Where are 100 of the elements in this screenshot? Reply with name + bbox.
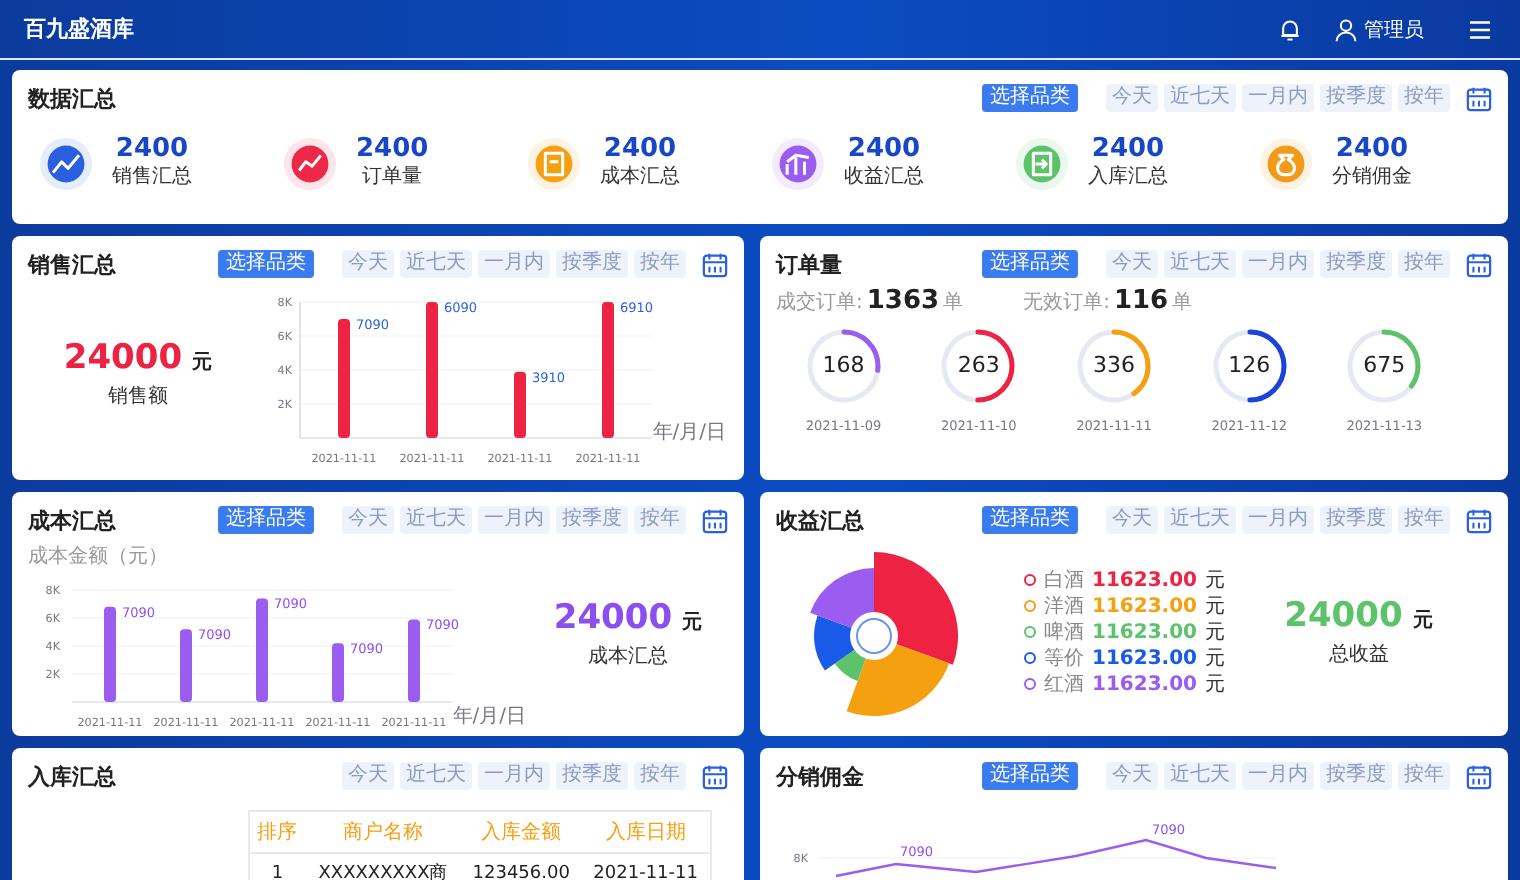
axis-title: 年/月/日 bbox=[652, 422, 726, 444]
stat-value: 2400 bbox=[356, 136, 429, 164]
filter-button[interactable]: 按年 bbox=[1398, 250, 1450, 278]
unit-label: 元 bbox=[1205, 568, 1226, 594]
filter-button[interactable]: 今天 bbox=[342, 762, 394, 790]
filter-button[interactable]: 今天 bbox=[342, 250, 394, 278]
app-title: 百九盛酒库 bbox=[24, 14, 134, 44]
category-button[interactable]: 选择品类 bbox=[982, 84, 1078, 112]
filter-button[interactable]: 近七天 bbox=[1164, 250, 1236, 278]
stat-label: 订单量 bbox=[362, 164, 423, 190]
column-header: 入库日期 bbox=[581, 811, 711, 853]
total-value: 24000 bbox=[63, 338, 183, 378]
card-title: 入库汇总 bbox=[28, 761, 116, 791]
filter-button[interactable]: 按季度 bbox=[1320, 84, 1392, 112]
category-button[interactable]: 选择品类 bbox=[982, 762, 1078, 790]
filter-button[interactable]: 今天 bbox=[1106, 84, 1158, 112]
filter-button[interactable]: 今天 bbox=[1106, 506, 1158, 534]
stat-label: 销售汇总 bbox=[112, 164, 192, 190]
stat-value: 2400 bbox=[1091, 136, 1165, 164]
calendar-icon[interactable] bbox=[1466, 507, 1492, 533]
stat-label: 收益汇总 bbox=[844, 164, 924, 190]
legend-label: 啤酒 bbox=[1044, 619, 1084, 646]
category-button[interactable]: 选择品类 bbox=[218, 506, 314, 534]
filter-button[interactable]: 近七天 bbox=[1164, 84, 1236, 112]
filter-button[interactable]: 近七天 bbox=[1164, 762, 1236, 790]
legend-label: 红酒 bbox=[1044, 671, 1084, 698]
unit-label: 元 bbox=[1205, 620, 1226, 646]
stat-label: 无效订单: bbox=[1023, 289, 1110, 316]
user-name[interactable]: 管理员 bbox=[1364, 15, 1424, 43]
column-header: 入库金额 bbox=[461, 811, 582, 853]
table-cell: 123456.00 bbox=[461, 853, 582, 880]
calendar-icon[interactable] bbox=[702, 507, 728, 533]
filter-button[interactable]: 今天 bbox=[1106, 250, 1158, 278]
filter-button[interactable]: 一月内 bbox=[1242, 250, 1314, 278]
calendar-icon[interactable] bbox=[702, 763, 728, 789]
calendar-icon[interactable] bbox=[1466, 85, 1492, 111]
unit-label: 元 bbox=[192, 352, 213, 374]
stat-value: 2400 bbox=[1335, 136, 1409, 164]
filter-button[interactable]: 按季度 bbox=[1320, 762, 1392, 790]
filter-button[interactable]: 近七天 bbox=[400, 506, 472, 534]
legend-value: 11623.00 bbox=[1092, 595, 1198, 617]
calendar-icon[interactable] bbox=[1466, 251, 1492, 277]
legend-label: 白酒 bbox=[1044, 567, 1084, 594]
filter-button[interactable]: 一月内 bbox=[1242, 84, 1314, 112]
calendar-icon[interactable] bbox=[1466, 763, 1492, 789]
filter-button[interactable]: 近七天 bbox=[1164, 506, 1236, 534]
filter-button[interactable]: 一月内 bbox=[1242, 506, 1314, 534]
filter-button[interactable]: 按季度 bbox=[1320, 506, 1392, 534]
order-count: 336 bbox=[1090, 352, 1137, 380]
menu-icon[interactable] bbox=[1468, 19, 1492, 39]
table-cell: 1 bbox=[249, 853, 305, 880]
filter-button[interactable]: 近七天 bbox=[400, 762, 472, 790]
card-title: 分销佣金 bbox=[776, 761, 864, 791]
legend-value: 11623.00 bbox=[1092, 621, 1198, 643]
stat-label: 成交订单: bbox=[776, 289, 863, 316]
unit-label: 元 bbox=[682, 612, 703, 634]
user-icon[interactable] bbox=[1334, 17, 1358, 41]
filter-button[interactable]: 按年 bbox=[634, 762, 686, 790]
filter-button[interactable]: 按年 bbox=[1398, 762, 1450, 790]
filter-button[interactable]: 一月内 bbox=[1242, 762, 1314, 790]
filter-button[interactable]: 一月内 bbox=[478, 250, 550, 278]
legend-value: 11623.00 bbox=[1092, 647, 1198, 669]
filter-button[interactable]: 近七天 bbox=[400, 250, 472, 278]
filter-button[interactable]: 一月内 bbox=[478, 506, 550, 534]
category-button[interactable]: 选择品类 bbox=[218, 250, 314, 278]
category-button[interactable]: 选择品类 bbox=[982, 250, 1078, 278]
filter-button[interactable]: 按季度 bbox=[556, 762, 628, 790]
filter-button[interactable]: 按年 bbox=[634, 506, 686, 534]
legend-label: 洋酒 bbox=[1044, 593, 1084, 620]
order-count: 126 bbox=[1226, 352, 1273, 380]
stat-value: 2400 bbox=[847, 136, 921, 164]
total-label: 销售额 bbox=[108, 383, 168, 410]
filter-button[interactable]: 按年 bbox=[634, 250, 686, 278]
filter-button[interactable]: 按年 bbox=[1398, 506, 1450, 534]
total-label: 成本汇总 bbox=[588, 643, 668, 670]
filter-button[interactable]: 按季度 bbox=[556, 250, 628, 278]
filter-button[interactable]: 按季度 bbox=[1320, 250, 1392, 278]
total-label: 总收益 bbox=[1328, 641, 1389, 668]
card-title: 成本汇总 bbox=[28, 505, 116, 535]
calendar-icon[interactable] bbox=[702, 251, 728, 277]
filter-button[interactable]: 今天 bbox=[1106, 762, 1158, 790]
order-count: 168 bbox=[820, 352, 867, 380]
column-header: 排序 bbox=[249, 811, 305, 853]
stat-value: 116 bbox=[1113, 286, 1169, 316]
axis-title: 年/月/日 bbox=[452, 706, 526, 728]
order-count: 263 bbox=[955, 352, 1002, 380]
filter-button[interactable]: 按年 bbox=[1398, 84, 1450, 112]
stat-label: 分销佣金 bbox=[1332, 164, 1412, 190]
category-button[interactable]: 选择品类 bbox=[982, 506, 1078, 534]
stat-value: 2400 bbox=[115, 136, 189, 164]
table-cell: 2021-11-11 bbox=[581, 853, 711, 880]
bell-icon[interactable] bbox=[1278, 17, 1302, 41]
filter-button[interactable]: 按季度 bbox=[556, 506, 628, 534]
unit-label: 元 bbox=[1205, 672, 1226, 698]
table-cell: XXXXXXXXX商 bbox=[304, 853, 462, 880]
filter-button[interactable]: 一月内 bbox=[478, 762, 550, 790]
total-value: 24000 bbox=[553, 598, 673, 638]
stat-value: 2400 bbox=[603, 136, 677, 164]
column-header: 商户名称 bbox=[304, 811, 462, 853]
filter-button[interactable]: 今天 bbox=[342, 506, 394, 534]
